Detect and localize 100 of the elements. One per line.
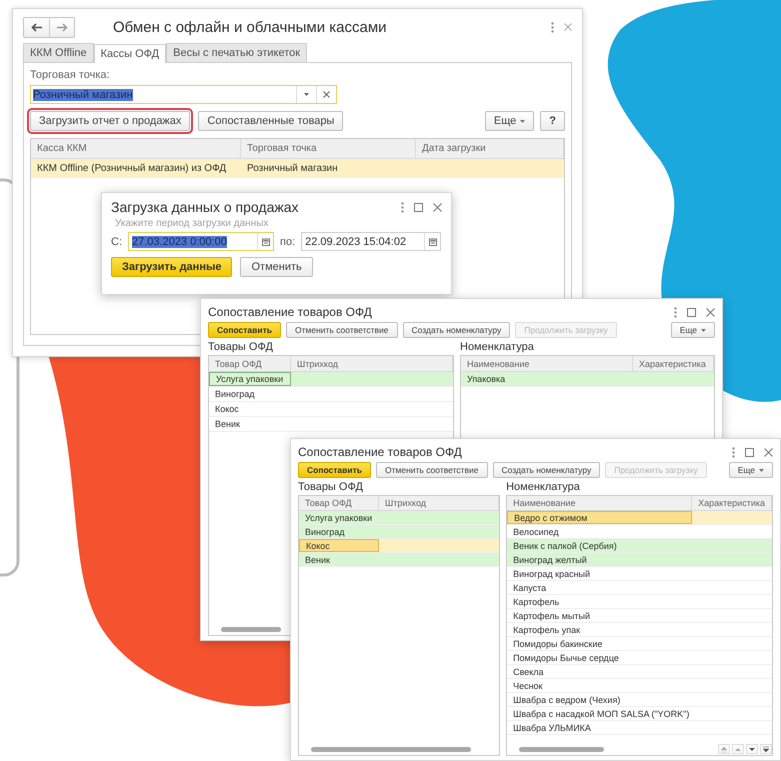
table-row[interactable]: Швабра УЛЬМИКА	[507, 721, 772, 735]
column-header: Наименование	[461, 356, 633, 371]
table-row[interactable]: Виноград желтый	[507, 553, 772, 567]
table-cell-text: Услуга упаковки	[304, 512, 374, 524]
table-row[interactable]: Услуга упаковки	[209, 372, 453, 387]
field-label: Торговая точка:	[30, 69, 111, 81]
field-label: по:	[280, 236, 296, 248]
table-row[interactable]: Веник	[299, 553, 500, 567]
table-cell: Кокос	[299, 539, 379, 552]
tab[interactable]: Кассы ОФД	[94, 44, 166, 63]
table-row[interactable]: Помидоры Бычье сердце	[507, 651, 772, 665]
table-row[interactable]: Помидоры бакинские	[507, 637, 772, 651]
date-field[interactable]: 22.09.2023 15:04:02	[301, 232, 442, 251]
menu-dots-icon[interactable]	[674, 306, 677, 318]
table-cell-text: Чеснок	[512, 680, 544, 692]
menu-dots-icon[interactable]	[551, 22, 554, 32]
toolbar-button[interactable]: Отменить соответствие	[376, 462, 488, 478]
dialog-title: Загрузка данных о продажах	[111, 199, 300, 215]
more-button[interactable]: Еще	[670, 322, 715, 338]
scroll-button[interactable]	[746, 744, 758, 754]
tab[interactable]: Весы с печатью этикеток	[166, 43, 308, 62]
cancel-button[interactable]: Отменить	[240, 257, 313, 277]
close-icon[interactable]	[433, 202, 442, 212]
maximize-icon[interactable]	[414, 202, 423, 212]
table-row[interactable]: ККМ Offline (Розничный магазин) из ОФД Розничный магазин	[31, 159, 564, 178]
table-row[interactable]: Капуста	[507, 581, 772, 595]
table-row[interactable]: Ведро с отжимом	[507, 511, 772, 525]
down-arrow-icon	[749, 746, 755, 752]
close-icon[interactable]	[564, 23, 572, 31]
toolbar-button[interactable]: Создать номенклатуру	[492, 462, 600, 478]
table-row[interactable]: Картофель	[507, 595, 772, 609]
table-row[interactable]: Кокос	[209, 402, 453, 417]
table-row[interactable]: Швабра с ведром (Чехия)	[507, 693, 772, 707]
scrollbar-thumb[interactable]	[519, 746, 604, 752]
caret-down-icon	[759, 468, 764, 472]
toolbar-button[interactable]: Сопоставить	[298, 462, 372, 478]
table-cell-text: Капуста	[512, 582, 548, 594]
double-up-arrow-icon	[721, 746, 727, 752]
table-row[interactable]: Веник с палкой (Сербия)	[507, 539, 772, 553]
table-cell-text: Виноград	[214, 388, 256, 401]
table-cell-text: Велосипед	[512, 526, 560, 538]
toolbar-button[interactable]: Загрузить отчет о продажах	[30, 111, 190, 131]
column-header: Наименование	[507, 496, 692, 510]
column-header: Характеристика	[633, 356, 714, 371]
table-cell-text: Помидоры бакинские	[512, 638, 604, 650]
table-cell-text: Швабра с насадкой МОП SALSA ("YORK")	[512, 708, 690, 720]
section-title: Номенклатура	[460, 341, 535, 353]
close-icon[interactable]	[706, 308, 715, 316]
toolbar-button[interactable]: Сопоставить	[208, 322, 282, 338]
scrollbar-thumb[interactable]	[311, 746, 471, 752]
more-button[interactable]: Еще	[484, 111, 534, 131]
caret-down-icon	[701, 328, 706, 332]
arrow-left-icon	[30, 22, 42, 32]
toolbar-button[interactable]: Отменить соответствие	[286, 322, 398, 338]
table-cell-text: Картофель мытый	[512, 610, 591, 622]
scrollbar-thumb[interactable]	[221, 626, 281, 632]
maximize-icon[interactable]	[687, 308, 696, 316]
table-cell-text: Кокос	[214, 403, 240, 416]
table-row[interactable]: Виноград	[209, 387, 453, 402]
column-header: Товар ОФД	[209, 356, 291, 371]
table-row[interactable]: Виноград	[299, 525, 500, 539]
close-icon[interactable]	[764, 448, 773, 456]
table-row[interactable]: Упаковка	[461, 372, 714, 387]
table-row[interactable]: Картофель упак	[507, 623, 772, 637]
table-cell: Ведро с отжимом	[507, 511, 692, 524]
column-header: Штрихкод	[379, 496, 500, 510]
table-row[interactable]: Чеснок	[507, 679, 772, 693]
menu-dots-icon[interactable]	[732, 446, 735, 458]
table-cell-text: Виноград желтый	[512, 554, 588, 566]
table-cell-text: Виноград красный	[512, 568, 592, 580]
scroll-button[interactable]	[760, 744, 772, 754]
table-row[interactable]: Веник	[209, 417, 453, 432]
hint-text: Укажите период загрузки данных	[114, 218, 270, 229]
column-header: Товар ОФД	[299, 496, 379, 510]
up-arrow-icon	[735, 746, 741, 752]
calendar-button[interactable]	[257, 233, 273, 250]
window-title: Сопоставление товаров ОФД	[298, 445, 463, 459]
table-row[interactable]: Свекла	[507, 665, 772, 679]
load-button[interactable]: Загрузить данные	[111, 257, 232, 277]
table-cell: Услуга упаковки	[209, 372, 291, 386]
menu-dots-icon[interactable]	[401, 202, 404, 212]
table-cell-text: Веник	[304, 554, 331, 566]
column-header: Характеристика	[692, 496, 772, 510]
table-row[interactable]: Картофель мытый	[507, 609, 772, 623]
table-row[interactable]: Виноград красный	[507, 567, 772, 581]
table-row[interactable]: Швабра с насадкой МОП SALSA ("YORK")	[507, 707, 772, 721]
column-header: Штрихкод	[291, 356, 453, 371]
tab[interactable]: ККМ Offline	[23, 43, 94, 62]
table-row[interactable]: Услуга упаковки	[299, 511, 500, 525]
caret-down-icon	[304, 93, 309, 96]
toolbar-button[interactable]: Сопоставленные товары	[198, 111, 344, 131]
window-title: Обмен с офлайн и облачными кассами	[113, 18, 388, 36]
column-header: Касса ККМ	[31, 139, 241, 158]
help-button[interactable]: ?	[540, 111, 565, 131]
table-row[interactable]: Кокос	[299, 539, 500, 553]
table-cell-text: Картофель	[512, 596, 560, 608]
table-cell-text: Швабра с ведром (Чехия)	[512, 694, 622, 706]
toolbar-button[interactable]: Создать номенклатуру	[402, 322, 510, 338]
maximize-icon[interactable]	[745, 448, 754, 456]
more-button[interactable]: Еще	[728, 462, 773, 478]
